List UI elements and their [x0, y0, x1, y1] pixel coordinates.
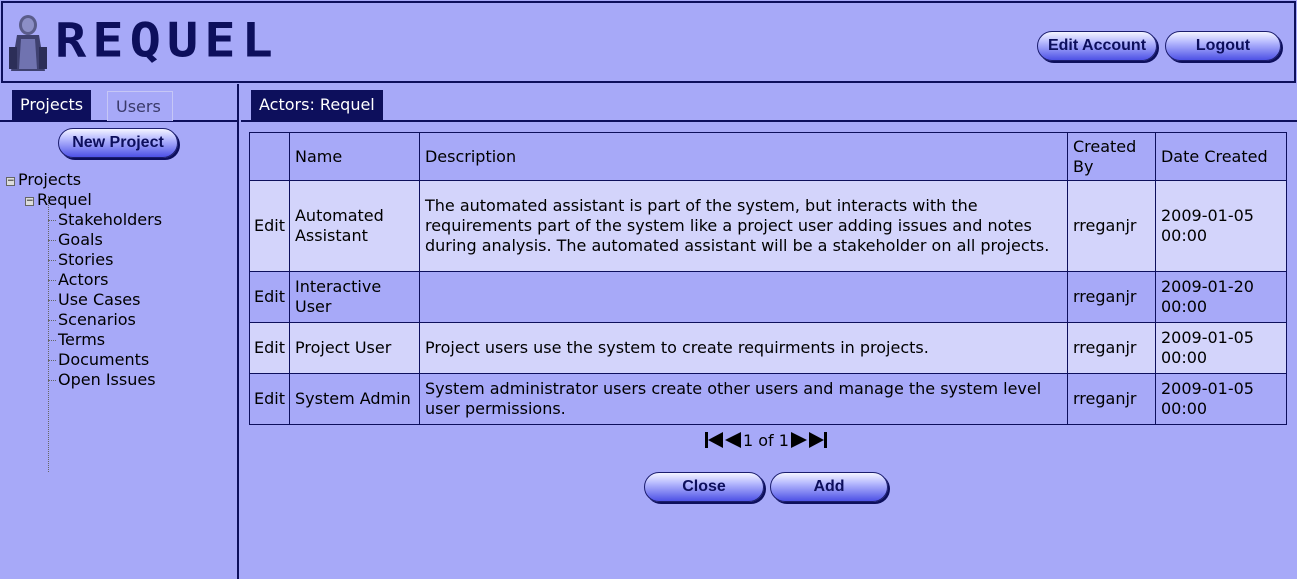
tree-item-documents[interactable]: Documents	[6, 350, 162, 370]
actor-created-by: rreganjr	[1066, 271, 1156, 323]
edit-account-button[interactable]: Edit Account	[1037, 31, 1157, 61]
tree-node-label[interactable]: Requel	[37, 190, 92, 209]
actor-created-by: rreganjr	[1066, 322, 1156, 374]
actor-date-created: 2009-01-20 00:00	[1154, 271, 1288, 323]
tab-projects[interactable]: Projects	[12, 90, 92, 120]
tree-node-label[interactable]: Projects	[18, 170, 81, 189]
edit-link[interactable]: Edit	[249, 180, 290, 272]
column-header-date-created[interactable]: Date Created	[1154, 132, 1288, 181]
logo-figure-icon	[9, 15, 47, 71]
tree-item-stakeholders[interactable]: Stakeholders	[6, 210, 162, 230]
column-header-description[interactable]: Description	[418, 132, 1068, 181]
add-button[interactable]: Add	[770, 472, 888, 502]
collapse-icon[interactable]: −	[6, 177, 15, 186]
actor-description: Project users use the system to create r…	[418, 322, 1068, 374]
edit-link[interactable]: Edit	[249, 271, 290, 323]
last-page-icon[interactable]	[808, 431, 828, 449]
actors-table: Name Description Created By Date Created…	[249, 132, 1288, 425]
tab-users[interactable]: Users	[107, 91, 173, 121]
first-page-icon[interactable]	[704, 431, 724, 449]
table-row: Edit Project User Project users use the …	[249, 322, 1288, 374]
actor-description: The automated assistant is part of the s…	[418, 180, 1068, 272]
tree-node-requel[interactable]: − Requel	[6, 190, 162, 210]
actor-date-created: 2009-01-05 00:00	[1154, 180, 1288, 272]
tree-item-stories[interactable]: Stories	[6, 250, 162, 270]
tab-actors[interactable]: Actors: Requel	[251, 90, 383, 120]
tree-item-use-cases[interactable]: Use Cases	[6, 290, 162, 310]
next-page-icon[interactable]	[790, 431, 808, 449]
actor-created-by: rreganjr	[1066, 373, 1156, 425]
collapse-icon[interactable]: −	[25, 197, 34, 206]
tree-item-terms[interactable]: Terms	[6, 330, 162, 350]
edit-link[interactable]: Edit	[249, 322, 290, 374]
tree-item-scenarios[interactable]: Scenarios	[6, 310, 162, 330]
table-row: Edit Automated Assistant The automated a…	[249, 180, 1288, 272]
table-row: Edit System Admin System administrator u…	[249, 373, 1288, 425]
tree-item-open-issues[interactable]: Open Issues	[6, 370, 162, 390]
tree-item-goals[interactable]: Goals	[6, 230, 162, 250]
page-indicator: 1 of 1	[743, 430, 789, 450]
tree-node-projects[interactable]: − Projects	[6, 170, 162, 190]
actor-name: Interactive User	[288, 271, 420, 323]
edit-link[interactable]: Edit	[249, 373, 290, 425]
main-tab-bar: Actors: Requel	[241, 84, 1297, 122]
actor-name: Project User	[288, 322, 420, 374]
actor-created-by: rreganjr	[1066, 180, 1156, 272]
project-tree: − Projects − Requel Stakeholders Goals Sto…	[6, 170, 162, 390]
pager: 1 of 1	[704, 430, 828, 450]
actor-name: Automated Assistant	[288, 180, 420, 272]
left-panel: Projects Users New Project − Projects − Re…	[0, 84, 239, 579]
left-tab-bar: Projects Users	[0, 84, 237, 122]
new-project-button[interactable]: New Project	[58, 128, 178, 158]
previous-page-icon[interactable]	[724, 431, 742, 449]
actor-description: System administrator users create other …	[418, 373, 1068, 425]
logout-button[interactable]: Logout	[1165, 31, 1281, 61]
close-button[interactable]: Close	[644, 472, 764, 502]
actor-name: System Admin	[288, 373, 420, 425]
column-header-created-by[interactable]: Created By	[1066, 132, 1156, 181]
table-row: Edit Interactive User rreganjr 2009-01-2…	[249, 271, 1288, 323]
actor-description	[418, 271, 1068, 323]
column-header-edit	[249, 132, 290, 181]
logo: REQUEL	[55, 14, 279, 69]
header: REQUEL Edit Account Logout	[1, 1, 1296, 83]
actor-date-created: 2009-01-05 00:00	[1154, 373, 1288, 425]
table-header-row: Name Description Created By Date Created	[249, 132, 1288, 181]
tree-item-actors[interactable]: Actors	[6, 270, 162, 290]
column-header-name[interactable]: Name	[288, 132, 420, 181]
actor-date-created: 2009-01-05 00:00	[1154, 322, 1288, 374]
